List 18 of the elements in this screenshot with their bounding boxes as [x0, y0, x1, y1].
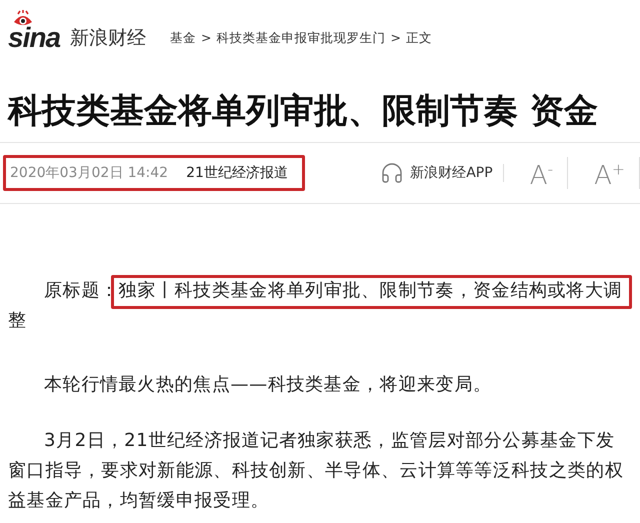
font-increase-button[interactable]: A$^{+}$	[580, 156, 640, 190]
original-title-paragraph: 原标题：独家丨科技类基金将单列审批、限制节奏，资金结构或将大调整	[8, 279, 624, 333]
sina-logo[interactable]: sina	[8, 24, 60, 52]
breadcrumb-separator: >	[390, 30, 401, 46]
breadcrumb-link[interactable]: 基金	[170, 30, 196, 46]
article-paragraph: 3月2日，21世纪经济报道记者独家获悉，监管层对部分公募基金下发窗口指导，要求对新能源、科技创新、半导体、云计算等等泛科技之类的权益基金产品，均暂缓申报受理。	[8, 429, 624, 513]
article-paragraph: 本轮行情最火热的焦点——科技类基金，将迎来变局。	[43, 373, 493, 397]
source-name: 21世纪经济报道	[186, 164, 288, 182]
app-link[interactable]: 新浪财经APP	[410, 164, 504, 182]
article-headline: 科技类基金将单列审批、限制节奏 资金	[8, 90, 599, 133]
eye-logo-icon	[12, 10, 34, 28]
breadcrumb-link[interactable]: 科技类基金申报审批现罗生门	[216, 30, 386, 46]
site-name: 新浪财经	[70, 26, 146, 51]
font-decrease-button[interactable]: A$^{-}$	[516, 156, 568, 190]
publish-date: 2020年03月02日 14:42	[10, 164, 168, 182]
breadcrumb-separator: >	[201, 30, 212, 46]
breadcrumb-link[interactable]: 正文	[406, 30, 432, 46]
headphones-icon[interactable]	[380, 161, 404, 185]
